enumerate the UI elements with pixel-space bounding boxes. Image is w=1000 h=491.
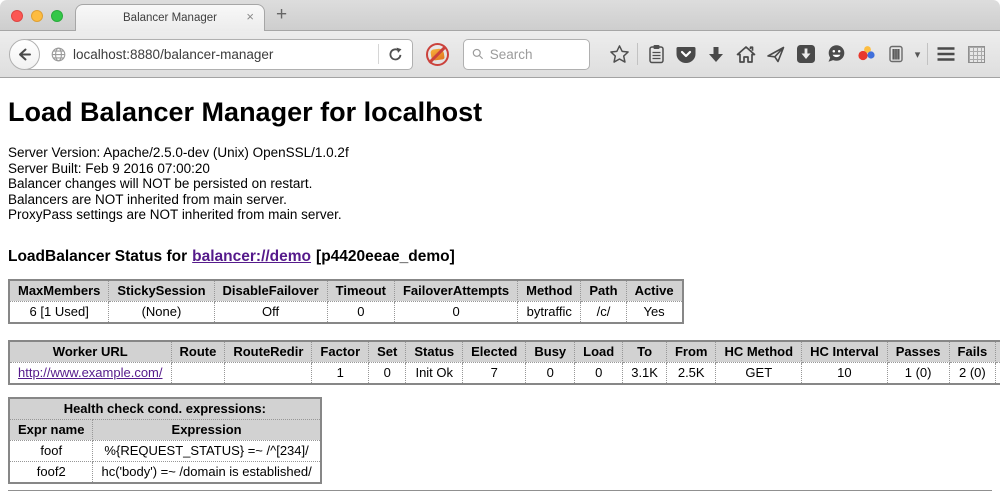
balancer-demo-link[interactable]: balancer://demo	[192, 248, 311, 265]
star-icon	[609, 44, 630, 65]
worker-table: Worker URL Route RouteRedir Factor Set S…	[8, 340, 1000, 385]
toolbar-separator	[637, 43, 638, 65]
toolbar-separator	[927, 43, 928, 65]
search-input[interactable]	[490, 47, 581, 62]
server-info: Server Version: Apache/2.5.0-dev (Unix) …	[8, 145, 992, 223]
table-header-row: MaxMembers StickySession DisableFailover…	[9, 280, 683, 302]
download-helper-button[interactable]	[791, 39, 821, 69]
info-line: Balancer changes will NOT be persisted o…	[8, 176, 992, 192]
downloads-button[interactable]	[701, 39, 731, 69]
site-identity-globe-icon[interactable]	[51, 47, 66, 62]
balancer-settings-table: MaxMembers StickySession DisableFailover…	[8, 279, 684, 324]
browser-window: Balancer Manager × + localhost:8880/bala…	[0, 0, 1000, 491]
feedback-smiley-button[interactable]	[821, 39, 851, 69]
toolbar-icons: ▾	[604, 39, 991, 69]
overflow-caret-icon[interactable]: ▾	[911, 39, 924, 69]
new-tab-button[interactable]: +	[276, 4, 287, 26]
archive-bin-icon	[888, 44, 904, 64]
worker-url-link[interactable]: http://www.example.com/	[18, 365, 163, 380]
back-arrow-icon	[16, 46, 33, 63]
health-check-table: Health check cond. expressions: Expr nam…	[8, 397, 322, 484]
table-header-row: Worker URL Route RouteRedir Factor Set S…	[9, 341, 1000, 363]
search-bar[interactable]	[463, 39, 590, 70]
url-text[interactable]: localhost:8880/balancer-manager	[73, 47, 378, 62]
hamburger-icon	[936, 46, 956, 62]
zoom-window-button[interactable]	[51, 10, 63, 22]
table-row: 6 [1 Used] (None) Off 0 0 bytraffic /c/ …	[9, 301, 683, 323]
download-badge-icon	[796, 44, 816, 64]
table-row: foof2 hc('body') =~ /domain is establish…	[9, 461, 321, 483]
clipboard-icon	[647, 44, 666, 64]
smiley-bubble-icon	[826, 44, 847, 64]
paper-plane-icon	[766, 45, 786, 64]
page-content: Load Balancer Manager for localhost Serv…	[0, 78, 1000, 490]
minimize-window-button[interactable]	[31, 10, 43, 22]
send-tab-button[interactable]	[761, 39, 791, 69]
info-line: Server Built: Feb 9 2016 07:00:20	[8, 161, 992, 177]
close-tab-icon[interactable]: ×	[246, 10, 254, 23]
home-button[interactable]	[731, 39, 761, 69]
colored-dots-icon	[856, 44, 876, 64]
plugin-blocked-icon[interactable]	[426, 43, 449, 66]
bookmark-star-button[interactable]	[604, 39, 634, 69]
bookmarks-menu-button[interactable]	[641, 39, 671, 69]
page-archive-button[interactable]	[881, 39, 911, 69]
pocket-button[interactable]	[671, 39, 701, 69]
page-title: Load Balancer Manager for localhost	[8, 78, 992, 128]
reload-button[interactable]	[379, 47, 412, 62]
table-title-row: Health check cond. expressions:	[9, 398, 321, 420]
table-header-row: Expr name Expression	[9, 419, 321, 440]
screenshot-extension-button[interactable]	[961, 39, 991, 69]
menu-button[interactable]	[931, 39, 961, 69]
tab-bar: Balancer Manager × +	[0, 0, 1000, 31]
info-line: ProxyPass settings are NOT inherited fro…	[8, 207, 992, 223]
back-button[interactable]	[9, 39, 40, 70]
pocket-icon	[676, 45, 696, 64]
balancer-status-heading: LoadBalancer Status forbalancer://demo[p…	[8, 248, 992, 266]
table-row: http://www.example.com/ 1 0 Init Ok 7 0 …	[9, 362, 1000, 384]
info-line: Balancers are NOT inherited from main se…	[8, 192, 992, 208]
info-line: Server Version: Apache/2.5.0-dev (Unix) …	[8, 145, 992, 161]
pixel-grid-icon	[968, 46, 985, 63]
close-window-button[interactable]	[11, 10, 23, 22]
health-table-title: Health check cond. expressions:	[9, 398, 321, 420]
home-icon	[736, 45, 756, 64]
search-icon	[472, 47, 484, 61]
extension-dots-button[interactable]	[851, 39, 881, 69]
table-row: foof %{REQUEST_STATUS} =~ /^[234]/	[9, 440, 321, 461]
window-controls	[11, 10, 63, 22]
tab-balancer-manager[interactable]: Balancer Manager ×	[75, 4, 265, 31]
navigation-toolbar: localhost:8880/balancer-manager	[0, 31, 1000, 78]
url-bar[interactable]: localhost:8880/balancer-manager	[23, 39, 413, 70]
download-arrow-icon	[707, 45, 725, 64]
reload-icon	[388, 47, 403, 62]
tab-title: Balancer Manager	[123, 12, 217, 24]
